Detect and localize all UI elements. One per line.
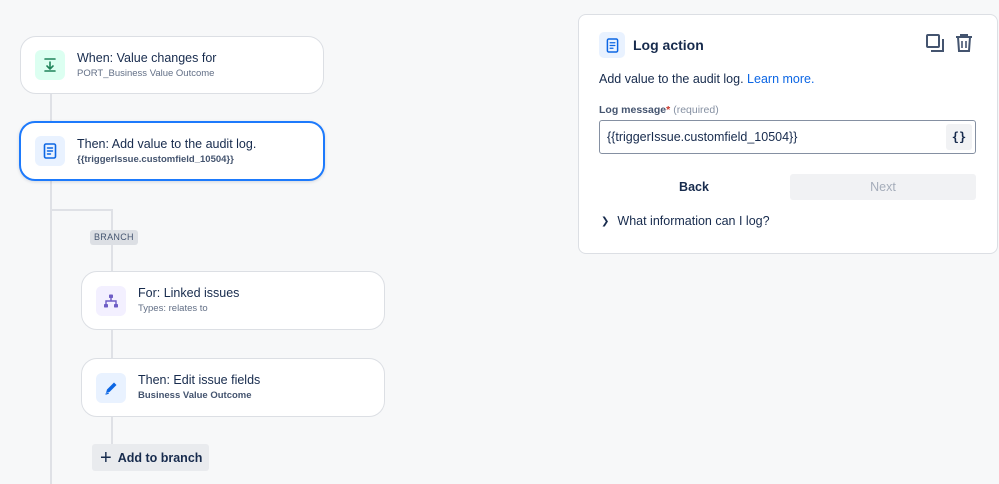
branch-lozenge: BRANCH [90, 230, 138, 245]
learn-more-link[interactable]: Learn more. [747, 72, 814, 86]
info-expander[interactable]: ❯ What information can I log? [601, 214, 770, 228]
field-label-text: Log message [599, 104, 667, 116]
required-text: (required) [673, 104, 719, 116]
log-message-input[interactable] [600, 121, 946, 153]
log-action-card[interactable]: Then: Add value to the audit log. {{trig… [19, 121, 325, 181]
description-text: Add value to the audit log. [599, 72, 744, 86]
trigger-card[interactable]: When: Value changes for PORT_Business Va… [20, 36, 324, 94]
document-icon [35, 136, 65, 166]
connector-branch-horizontal [50, 209, 112, 211]
smart-value-button[interactable]: {} [946, 124, 972, 150]
edit-action-card[interactable]: Then: Edit issue fields Business Value O… [81, 358, 385, 417]
add-to-branch-label: Add to branch [117, 450, 203, 465]
log-message-label: Log message* (required) [599, 104, 719, 116]
document-icon [599, 32, 625, 58]
next-button[interactable]: Next [790, 174, 976, 200]
expander-label: What information can I log? [617, 214, 770, 228]
trigger-subtitle: PORT_Business Value Outcome [77, 67, 215, 79]
log-action-panel: Log action Add value to the audit log. L… [578, 14, 998, 254]
edit-action-title: Then: Edit issue fields [138, 373, 261, 387]
required-marker: * [666, 104, 671, 116]
panel-title: Log action [633, 37, 704, 53]
trigger-title: When: Value changes for [77, 50, 217, 65]
copy-icon[interactable] [925, 33, 945, 58]
add-to-branch-button[interactable]: + Add to branch [92, 444, 209, 471]
branch-rule-title: For: Linked issues [138, 286, 240, 300]
plus-icon: + [100, 446, 112, 469]
branch-rule-card[interactable]: For: Linked issues Types: relates to [81, 271, 385, 330]
hierarchy-icon [96, 285, 126, 316]
edit-action-subtitle: Business Value Outcome [138, 390, 252, 401]
panel-tools [925, 33, 973, 58]
pencil-icon [96, 372, 126, 403]
log-message-field-wrapper: {} [599, 120, 976, 154]
trigger-download-icon [35, 50, 65, 80]
log-action-title: Then: Add value to the audit log. [77, 136, 257, 151]
chevron-right-icon: ❯ [601, 215, 610, 227]
branch-rule-subtitle: Types: relates to [138, 303, 208, 314]
trash-icon[interactable] [955, 33, 973, 58]
panel-description: Add value to the audit log. Learn more. [599, 72, 814, 86]
back-button[interactable]: Back [599, 174, 789, 200]
log-action-subtitle: {{triggerIssue.customfield_10504}} [77, 153, 234, 165]
panel-header: Log action [599, 32, 704, 58]
